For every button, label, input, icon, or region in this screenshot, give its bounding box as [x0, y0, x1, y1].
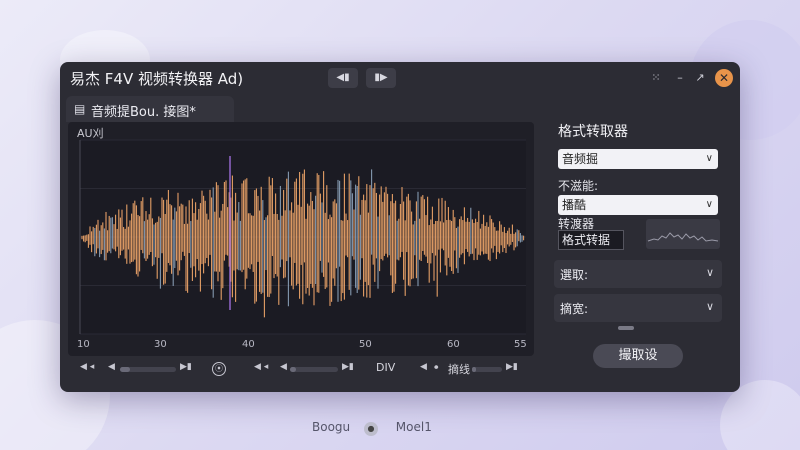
x-tick: 55 [514, 339, 527, 350]
mini-waveform-preview [646, 219, 720, 249]
track-label: 摘线 [448, 363, 470, 376]
skip-back-button[interactable]: ◀▮ [328, 68, 358, 88]
chevron-down-icon: ∨ [705, 153, 713, 164]
transport-bar: ◀ ◂ ◀ ▶▮ ⦿ ◀ ◂ ◀ ▶▮ DIV ◀ ⦁ 摘线 ▶▮ [68, 358, 534, 380]
step-forward-icon[interactable]: ▶▮ [342, 362, 354, 372]
position-slider[interactable] [120, 367, 176, 372]
second-select-value: 播酷 [562, 198, 587, 212]
waveform-y-label: AU刈 [77, 127, 104, 140]
app-window: 易杰 F4V 视频转换器 Ad) ◀▮ ▮▶ ⁙ – ↗ ✕ ▤ 音频提Bou.… [60, 62, 740, 392]
logo-icon: ● [363, 422, 378, 436]
step-forward-icon[interactable]: ▶▮ [506, 362, 518, 372]
chevron-down-icon: ∨ [705, 300, 714, 313]
footer: Boogu ● Moel1 [312, 420, 432, 436]
sparkline-icon [647, 232, 719, 242]
step-back-icon[interactable]: ◀ [420, 362, 427, 372]
speed-field[interactable]: 格式转据 [558, 230, 624, 250]
x-tick: 60 [447, 339, 460, 350]
loop-button[interactable]: ⦿ [212, 362, 226, 376]
tab-audio-extract[interactable]: ▤ 音频提Bou. 接图* [66, 96, 234, 122]
waveform-panel[interactable]: AU刈 10 30 40 50 60 55 [68, 122, 534, 356]
play-icon: ▮▶ [374, 72, 388, 83]
app-title: 易杰 F4V 视频转换器 Ad) [70, 70, 244, 88]
step-forward-icon[interactable]: ▶▮ [180, 362, 192, 372]
skip-back-icon: ◀▮ [336, 72, 350, 83]
volume-slider[interactable] [290, 367, 338, 372]
mode-label: DIV [376, 361, 396, 374]
chevron-down-icon: ∨ [705, 199, 713, 210]
speed-field-value: 格式转据 [562, 233, 611, 247]
marker-icon: ⦁ [434, 362, 439, 372]
x-tick: 10 [77, 339, 90, 350]
step-back-icon[interactable]: ◀ [108, 362, 115, 372]
format-panel: 格式转取器 音频掘 ∨ 不滋能: 播酷 ∨ 转渡器 格式转据 選取: ∨ 摘宽:… [548, 112, 732, 382]
document-icon: ▤ [74, 102, 86, 116]
minimize-icon[interactable]: – [672, 70, 688, 86]
speed-slider[interactable] [472, 367, 502, 372]
popout-icon[interactable]: ↗ [692, 70, 708, 86]
accordion-extract[interactable]: 選取: ∨ [554, 260, 722, 288]
x-tick: 50 [359, 339, 372, 350]
extract-button[interactable]: 撮取设 [593, 344, 683, 368]
accordion-filter-label: 摘宽: [560, 302, 589, 316]
chevron-down-icon: ∨ [705, 266, 714, 279]
play-button[interactable]: ▮▶ [366, 68, 396, 88]
record-icon: ⦿ [215, 364, 223, 373]
accordion-extract-label: 選取: [560, 268, 589, 282]
format-select[interactable]: 音频掘 ∨ [558, 149, 718, 169]
footer-right-text: Moel1 [395, 420, 432, 434]
skip-start-icon[interactable]: ◀ ◂ [254, 362, 268, 372]
close-icon: ✕ [718, 71, 730, 85]
skip-start-icon[interactable]: ◀ ◂ [80, 362, 94, 372]
x-tick: 30 [154, 339, 167, 350]
step-back-icon[interactable]: ◀ [280, 362, 287, 372]
resize-grip[interactable] [618, 326, 634, 330]
x-tick: 40 [242, 339, 255, 350]
format-select-value: 音频掘 [562, 152, 599, 166]
accordion-filter[interactable]: 摘宽: ∨ [554, 294, 722, 322]
tab-label: 音频提Bou. 接图* [91, 105, 196, 120]
grid-icon[interactable]: ⁙ [648, 70, 664, 86]
format-panel-title: 格式转取器 [558, 124, 628, 140]
close-button[interactable]: ✕ [715, 69, 733, 87]
second-select[interactable]: 播酷 ∨ [558, 195, 718, 215]
not-supported-label: 不滋能: [558, 179, 599, 193]
footer-left-text: Boogu [312, 420, 351, 434]
waveform-canvas[interactable] [68, 122, 534, 356]
title-bar: 易杰 F4V 视频转换器 Ad) ◀▮ ▮▶ ⁙ – ↗ ✕ [60, 62, 740, 94]
